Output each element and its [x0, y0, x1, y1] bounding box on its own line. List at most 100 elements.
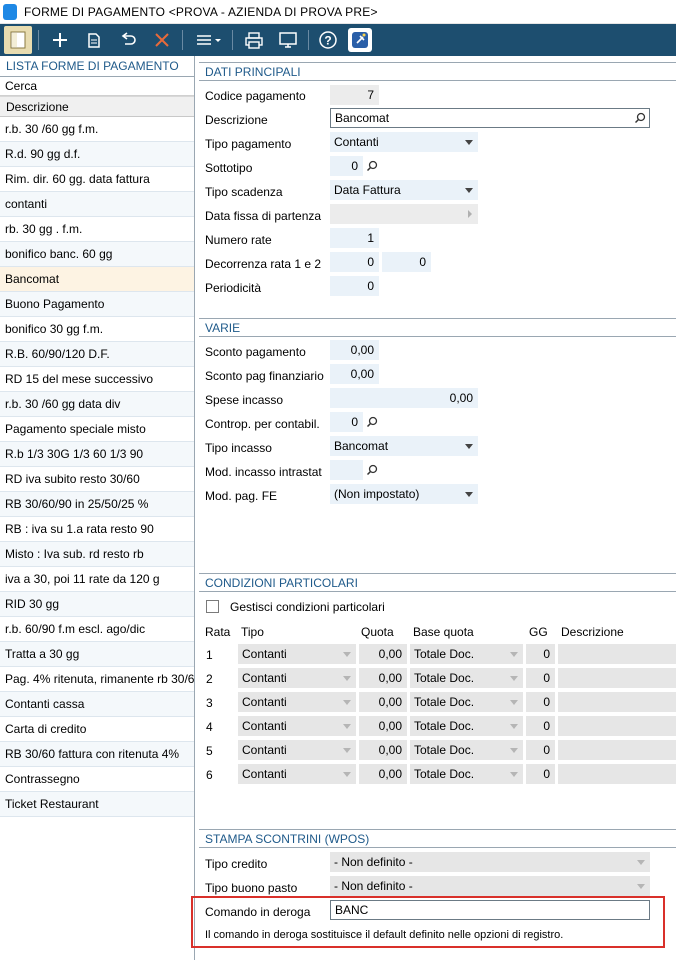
tipo-incasso-select[interactable]: Bancomat: [330, 436, 478, 456]
search-input[interactable]: Cerca: [0, 77, 194, 96]
rata-quota-field[interactable]: 0,00: [359, 740, 407, 760]
mod-pag-fe-select[interactable]: (Non impostato): [330, 484, 478, 504]
rata-gg-field[interactable]: 0: [526, 668, 555, 688]
list-item[interactable]: Pagamento speciale misto: [0, 417, 194, 442]
controp-field[interactable]: 0: [330, 412, 363, 432]
rata-tipo-select[interactable]: Contanti: [238, 644, 356, 664]
numero-rate-field[interactable]: 1: [330, 228, 379, 248]
numero-rate-label: Numero rate: [205, 233, 272, 247]
rata-quota-field[interactable]: 0,00: [359, 644, 407, 664]
list-item[interactable]: RB : iva su 1.a rata resto 90: [0, 517, 194, 542]
help-icon[interactable]: ?: [314, 26, 342, 54]
column-header-descrizione[interactable]: Descrizione: [0, 96, 194, 117]
panel-toggle-icon[interactable]: [4, 26, 32, 54]
list-item[interactable]: RB 30/60 fattura con ritenuta 4%: [0, 742, 194, 767]
list-item[interactable]: R.B. 60/90/120 D.F.: [0, 342, 194, 367]
decorrenza-rata2-field[interactable]: 0: [382, 252, 431, 272]
delete-icon[interactable]: [148, 26, 176, 54]
list-item[interactable]: Contrassegno: [0, 767, 194, 792]
list-item[interactable]: iva a 30, poi 11 rate da 120 g: [0, 567, 194, 592]
rata-tipo-select[interactable]: Contanti: [238, 716, 356, 736]
rata-gg-field-value: 0: [543, 647, 550, 661]
list-item[interactable]: Tratta a 30 gg: [0, 642, 194, 667]
toolbar: ?: [0, 24, 676, 56]
sconto-pagamento-field[interactable]: 0,00: [330, 340, 379, 360]
sottotipo-search-icon[interactable]: [366, 160, 378, 172]
codice-field: 7: [330, 85, 379, 105]
rata-base-select[interactable]: Totale Doc.: [410, 764, 523, 784]
list-item[interactable]: Misto : Iva sub. rd resto rb: [0, 542, 194, 567]
list-item[interactable]: R.b 1/3 30G 1/3 60 1/3 90: [0, 442, 194, 467]
tipo-scadenza-select[interactable]: Data Fattura: [330, 180, 478, 200]
data-fissa-select: [330, 204, 478, 224]
list-item[interactable]: Bancomat: [0, 267, 194, 292]
list-item[interactable]: RB 30/60/90 in 25/50/25 %: [0, 492, 194, 517]
list-item[interactable]: RD 15 del mese successivo: [0, 367, 194, 392]
rata-descrizione-field[interactable]: [558, 644, 676, 664]
sottotipo-field[interactable]: 0: [330, 156, 363, 176]
list-item[interactable]: r.b. 60/90 f.m escl. ago/dic: [0, 617, 194, 642]
rata-base-select[interactable]: Totale Doc.: [410, 716, 523, 736]
decorrenza-rata1-field[interactable]: 0: [330, 252, 379, 272]
list-item[interactable]: Carta di credito: [0, 717, 194, 742]
list-item[interactable]: Rim. dir. 60 gg. data fattura: [0, 167, 194, 192]
periodicita-field[interactable]: 0: [330, 276, 379, 296]
gestisci-checkbox[interactable]: [206, 600, 219, 613]
undo-icon[interactable]: [114, 26, 142, 54]
mod-intrastat-field[interactable]: [330, 460, 363, 480]
list-item[interactable]: r.b. 30 /60 gg data div: [0, 392, 194, 417]
sconto-finanziario-field[interactable]: 0,00: [330, 364, 379, 384]
rata-descrizione-field[interactable]: [558, 668, 676, 688]
rata-gg-field[interactable]: 0: [526, 716, 555, 736]
tipo-pagamento-select[interactable]: Contanti: [330, 132, 478, 152]
rata-descrizione-field[interactable]: [558, 764, 676, 784]
add-icon[interactable]: [46, 26, 74, 54]
rata-quota-field[interactable]: 0,00: [359, 716, 407, 736]
rata-base-select[interactable]: Totale Doc.: [410, 692, 523, 712]
list-item[interactable]: r.b. 30 /60 gg f.m.: [0, 117, 194, 142]
list-item[interactable]: contanti: [0, 192, 194, 217]
rata-base-select[interactable]: Totale Doc.: [410, 644, 523, 664]
list-item[interactable]: Ticket Restaurant: [0, 792, 194, 817]
rata-descrizione-field[interactable]: [558, 740, 676, 760]
rata-tipo-select[interactable]: Contanti: [238, 740, 356, 760]
rata-base-select[interactable]: Totale Doc.: [410, 740, 523, 760]
rata-tipo-select[interactable]: Contanti: [238, 764, 356, 784]
monitor-icon[interactable]: [274, 26, 302, 54]
list-item[interactable]: Contanti cassa: [0, 692, 194, 717]
pin-icon[interactable]: [348, 28, 372, 52]
print-icon[interactable]: [240, 26, 268, 54]
descrizione-input[interactable]: Bancomat: [330, 108, 650, 128]
list-item[interactable]: R.d. 90 gg d.f.: [0, 142, 194, 167]
rata-quota-field[interactable]: 0,00: [359, 668, 407, 688]
search-icon[interactable]: [634, 112, 646, 124]
comando-deroga-note: Il comando in deroga sostituisce il defa…: [205, 929, 564, 941]
copy-icon[interactable]: [80, 26, 108, 54]
rata-gg-field[interactable]: 0: [526, 764, 555, 784]
tipo-buono-select[interactable]: - Non definito -: [330, 876, 650, 896]
rata-gg-field[interactable]: 0: [526, 740, 555, 760]
chevron-down-icon: [510, 772, 518, 777]
list-item[interactable]: RID 30 gg: [0, 592, 194, 617]
rata-tipo-select[interactable]: Contanti: [238, 668, 356, 688]
rata-descrizione-field[interactable]: [558, 716, 676, 736]
controp-search-icon[interactable]: [366, 416, 378, 428]
tipo-credito-select[interactable]: - Non definito -: [330, 852, 650, 872]
rata-base-select[interactable]: Totale Doc.: [410, 668, 523, 688]
list-item[interactable]: rb. 30 gg . f.m.: [0, 217, 194, 242]
rata-quota-field[interactable]: 0,00: [359, 692, 407, 712]
mod-intrastat-search-icon[interactable]: [366, 464, 378, 476]
rata-descrizione-field[interactable]: [558, 692, 676, 712]
rata-tipo-select[interactable]: Contanti: [238, 692, 356, 712]
list-item[interactable]: bonifico banc. 60 gg: [0, 242, 194, 267]
rata-gg-field[interactable]: 0: [526, 644, 555, 664]
spese-incasso-field[interactable]: 0,00: [330, 388, 478, 408]
list-item[interactable]: Pag. 4% ritenuta, rimanente rb 30/60 gg: [0, 667, 194, 692]
rata-gg-field[interactable]: 0: [526, 692, 555, 712]
menu-icon[interactable]: [190, 26, 226, 54]
chevron-down-icon: [343, 700, 351, 705]
rata-quota-field[interactable]: 0,00: [359, 764, 407, 784]
list-item[interactable]: Buono Pagamento: [0, 292, 194, 317]
list-item[interactable]: RD iva subito resto 30/60: [0, 467, 194, 492]
list-item[interactable]: bonifico 30 gg f.m.: [0, 317, 194, 342]
